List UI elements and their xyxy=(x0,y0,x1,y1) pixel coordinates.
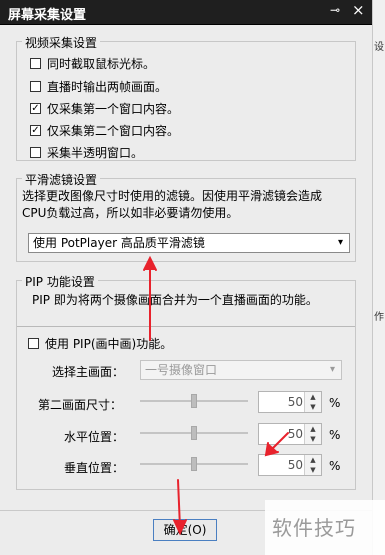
arrow-to-vpos-spinbox xyxy=(271,432,289,450)
arrowhead-icon xyxy=(173,519,187,536)
annotation-arrows xyxy=(143,255,289,536)
arrowhead-icon xyxy=(143,255,157,271)
